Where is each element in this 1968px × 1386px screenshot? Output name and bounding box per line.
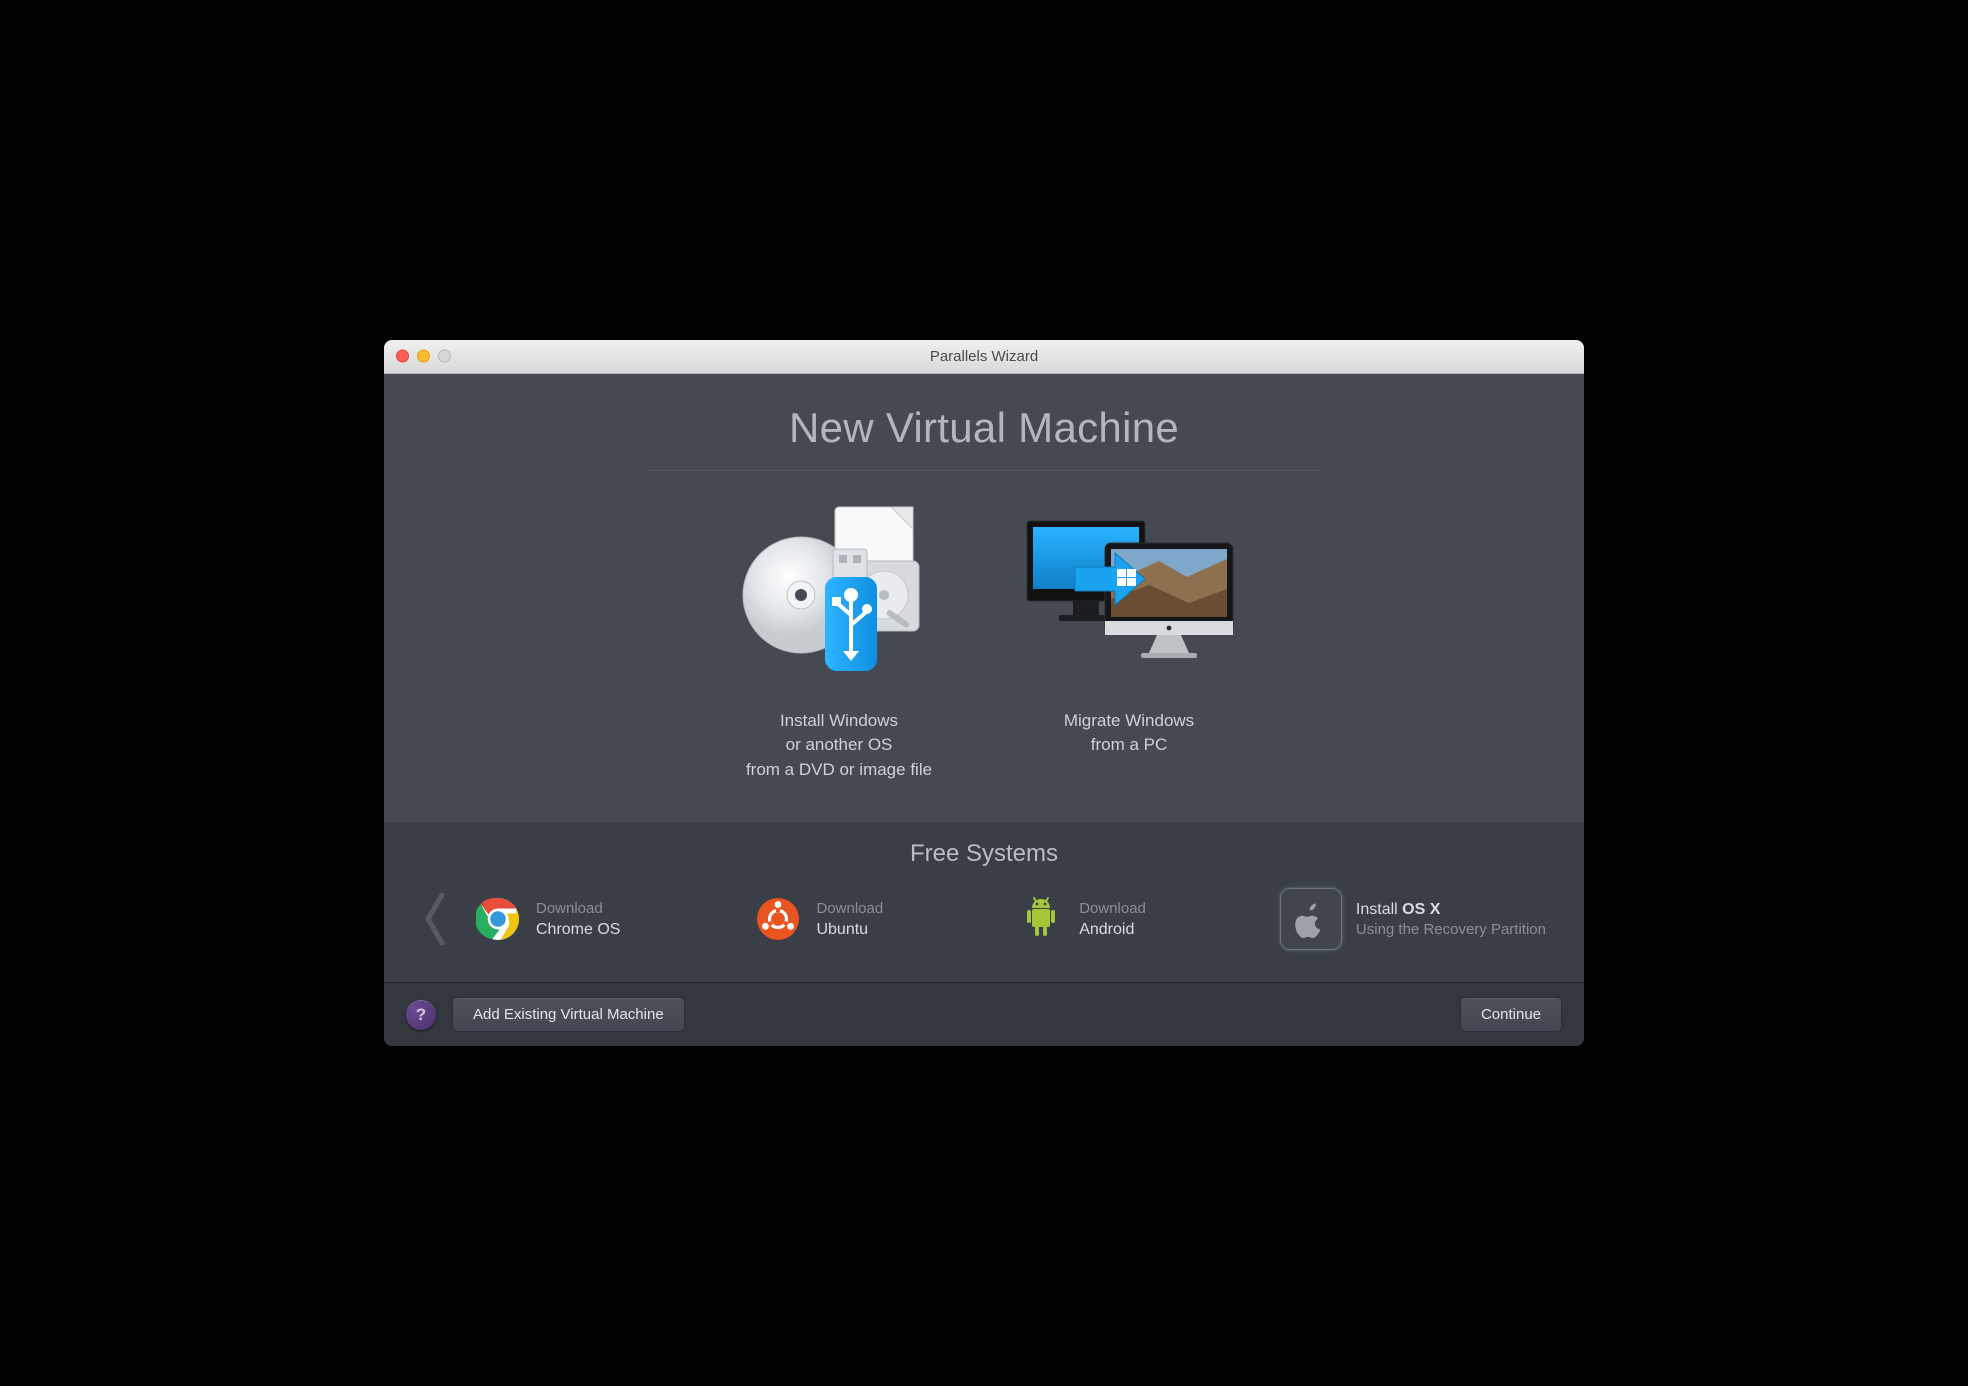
- divider: [649, 470, 1319, 471]
- ubuntu-icon: [754, 895, 802, 943]
- free-system-android[interactable]: Download Android: [1011, 891, 1152, 947]
- free-system-osx[interactable]: Install OS X Using the Recovery Partitio…: [1274, 884, 1552, 954]
- traffic-lights: [396, 350, 451, 363]
- parallels-wizard-window: Parallels Wizard New Virtual Machine: [384, 340, 1584, 1047]
- fs-line2: Ubuntu: [816, 919, 883, 941]
- add-existing-vm-button[interactable]: Add Existing Virtual Machine: [452, 997, 685, 1032]
- option-install-label: Install Windows or another OS from a DVD…: [729, 709, 949, 783]
- minimize-icon[interactable]: [417, 350, 430, 363]
- fs-line1: Download: [536, 899, 620, 919]
- fs-line2: Chrome OS: [536, 919, 620, 941]
- free-systems-title: Free Systems: [416, 840, 1552, 868]
- migrate-pc-to-mac-icon: [1019, 493, 1239, 683]
- free-systems-section: Free Systems: [384, 822, 1584, 982]
- free-system-chrome-os[interactable]: Download Chrome OS: [468, 891, 626, 947]
- option-migrate-pc[interactable]: Migrate Windows from a PC: [1019, 493, 1239, 783]
- footer: ? Add Existing Virtual Machine Continue: [384, 982, 1584, 1046]
- help-button[interactable]: ?: [406, 1000, 436, 1030]
- option-install-os[interactable]: Install Windows or another OS from a DVD…: [729, 493, 949, 783]
- android-icon: [1017, 895, 1065, 943]
- continue-button[interactable]: Continue: [1460, 997, 1562, 1032]
- chrome-icon: [474, 895, 522, 943]
- dvd-usb-disk-icon: [729, 493, 949, 683]
- fs-line1: Download: [1079, 899, 1146, 919]
- free-system-ubuntu[interactable]: Download Ubuntu: [748, 891, 889, 947]
- fs-line2: Using the Recovery Partition: [1356, 920, 1546, 940]
- titlebar[interactable]: Parallels Wizard: [384, 340, 1584, 374]
- option-migrate-label: Migrate Windows from a PC: [1019, 709, 1239, 758]
- vm-options: Install Windows or another OS from a DVD…: [444, 493, 1524, 783]
- page-title: New Virtual Machine: [444, 404, 1524, 470]
- fs-line1: Install OS X: [1356, 899, 1546, 921]
- chevron-left-icon[interactable]: [416, 889, 454, 949]
- free-systems-list: Download Chrome OS: [468, 884, 1552, 954]
- apple-icon: [1280, 888, 1342, 950]
- fs-line1: Download: [816, 899, 883, 919]
- fs-line2: Android: [1079, 919, 1146, 941]
- main-content: New Virtual Machine: [384, 374, 1584, 823]
- window-title: Parallels Wizard: [930, 348, 1038, 365]
- close-icon[interactable]: [396, 350, 409, 363]
- zoom-icon: [438, 350, 451, 363]
